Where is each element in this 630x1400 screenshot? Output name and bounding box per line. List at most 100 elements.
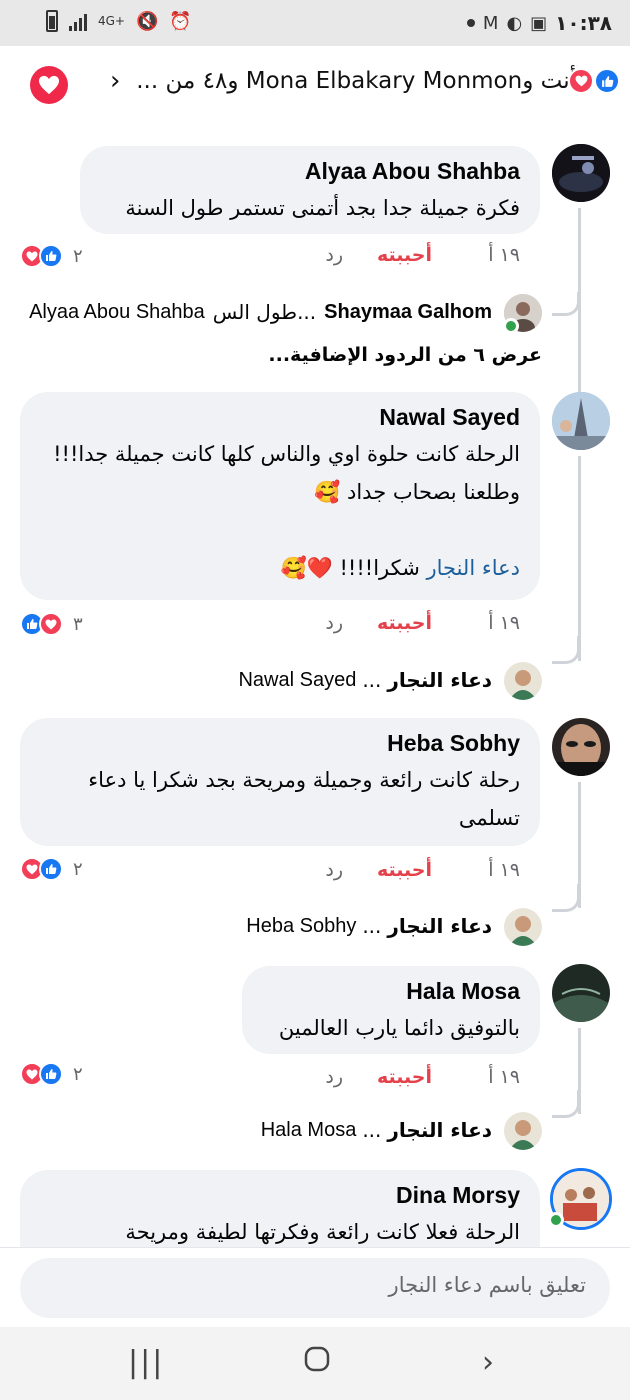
thread-connector xyxy=(552,1090,580,1118)
comment-bubble[interactable]: Nawal Sayed الرحلة كانت حلوة اوي والناس … xyxy=(20,392,540,600)
reply-button[interactable]: رد xyxy=(325,1066,343,1088)
battery-icon xyxy=(46,10,58,32)
mute-icon: 🔇 xyxy=(136,10,159,32)
comment-bubble[interactable]: Dina Morsy الرحلة فعلا كانت رائعة وفكرته… xyxy=(20,1170,540,1247)
home-icon[interactable] xyxy=(303,1345,331,1381)
comment-text: الرحلة كانت حلوة اوي والناس كلها كانت جم… xyxy=(53,442,520,504)
comment-author[interactable]: Dina Morsy xyxy=(40,1182,520,1209)
comment-actions: ١٩ أ أحببته رد xyxy=(325,244,520,266)
status-bar: 4G+ 🔇 ⏰ M ◐ ▣ ١٠:٣٨ xyxy=(0,0,630,46)
online-indicator xyxy=(548,1212,564,1228)
comment-text-thanks: شكرا!!!! ❤️🥰 xyxy=(280,556,420,580)
heart-icon xyxy=(39,75,59,95)
avatar[interactable] xyxy=(552,718,610,776)
reaction-number: ٢ xyxy=(73,245,83,267)
comment-input[interactable]: تعليق باسم دعاء النجار xyxy=(20,1258,610,1318)
online-indicator xyxy=(503,318,519,334)
view-more-replies[interactable]: عرض ٦ من الردود الإضافية... xyxy=(268,344,542,366)
gallery-icon: ▣ xyxy=(530,12,548,34)
comment-text: رحلة كانت رائعة وجميلة ومريحة بجد شكرا ي… xyxy=(88,768,520,830)
reply-button[interactable]: رد xyxy=(325,244,343,266)
reply-mention: Nawal Sayed xyxy=(238,668,357,691)
reaction-number: ٢ xyxy=(73,858,83,880)
avatar[interactable] xyxy=(504,908,542,946)
thread-connector xyxy=(552,636,580,664)
system-nav-bar: ||| › xyxy=(0,1327,630,1400)
comment-author[interactable]: Hala Mosa xyxy=(262,978,520,1005)
comment-text: الرحلة فعلا كانت رائعة وفكرتها لطيفة ومر… xyxy=(125,1220,520,1244)
reply-button[interactable]: رد xyxy=(325,859,343,881)
header-reaction-icons xyxy=(568,68,620,94)
clock: ١٠:٣٨ xyxy=(555,11,612,35)
reaction-count[interactable]: ٢ xyxy=(20,244,83,268)
comment-composer-bar: تعليق باسم دعاء النجار xyxy=(0,1247,630,1327)
avatar[interactable] xyxy=(552,964,610,1022)
thread-connector xyxy=(578,456,581,661)
reply-author: دعاء النجار xyxy=(387,914,492,938)
like-button[interactable]: أحببته xyxy=(377,859,432,881)
like-icon xyxy=(39,857,63,881)
avatar[interactable] xyxy=(552,392,610,450)
love-icon xyxy=(39,612,63,636)
comment-bubble[interactable]: Alyaa Abou Shahba فكرة جميلة جدا بجد أتم… xyxy=(80,146,540,234)
reaction-number: ٢ xyxy=(73,1063,83,1085)
reaction-count[interactable]: ٣ xyxy=(20,612,83,636)
reply-preview[interactable]: Hala Mosa ... دعاء النجار xyxy=(261,1118,492,1142)
reply-mention: Heba Sobhy xyxy=(246,914,357,937)
thread-connector xyxy=(552,884,580,912)
status-right-group: M ◐ ▣ ١٠:٣٨ xyxy=(466,11,612,35)
reply-snippet: ... xyxy=(362,914,382,938)
like-icon xyxy=(39,1062,63,1086)
reply-mention: Hala Mosa xyxy=(260,1118,357,1141)
reply-snippet: ... xyxy=(362,1118,382,1142)
mention-link[interactable]: دعاء النجار xyxy=(427,556,521,580)
network-type: 4G+ xyxy=(98,14,125,28)
reply-snippet: طول الس... xyxy=(212,300,317,324)
notification-dot-icon xyxy=(466,19,475,27)
comment-text: بالتوفيق دائما يارب العالمين xyxy=(278,1016,520,1040)
love-icon xyxy=(568,68,594,94)
alarm-icon: ⏰ xyxy=(169,10,192,32)
reaction-number: ٣ xyxy=(73,613,83,635)
comment-text: فكرة جميلة جدا بجد أتمنى تستمر طول السنة xyxy=(125,196,520,220)
comment-time[interactable]: ١٩ أ xyxy=(454,859,520,881)
reply-button[interactable]: رد xyxy=(325,612,343,634)
comments-list[interactable]: Alyaa Abou Shahba فكرة جميلة جدا بجد أتم… xyxy=(0,122,630,1247)
messenger-icon: ◐ xyxy=(506,12,523,34)
chevron-right-icon[interactable]: › xyxy=(110,66,120,96)
reaction-count[interactable]: ٢ xyxy=(20,1062,83,1086)
reply-preview[interactable]: Alyaa Abou Shahba طول الس... Shaymaa Gal… xyxy=(29,300,492,324)
reply-author: Shaymaa Galhom xyxy=(324,300,492,323)
like-button[interactable]: أحببته xyxy=(377,244,432,266)
reply-preview[interactable]: Heba Sobhy ... دعاء النجار xyxy=(246,914,492,938)
avatar[interactable] xyxy=(504,662,542,700)
comment-time[interactable]: ١٩ أ xyxy=(454,244,520,266)
reply-author: دعاء النجار xyxy=(387,1118,492,1142)
reactors-summary[interactable]: أنت وMona Elbakary Monmon و٤٨ من ... xyxy=(136,68,576,94)
back-icon[interactable]: › xyxy=(482,1345,494,1380)
like-icon xyxy=(594,68,620,94)
comment-bubble[interactable]: Hala Mosa بالتوفيق دائما يارب العالمين xyxy=(242,966,540,1054)
reaction-count[interactable]: ٢ xyxy=(20,857,83,881)
recent-apps-icon[interactable]: ||| xyxy=(128,1345,164,1380)
signal-icon xyxy=(69,11,87,31)
react-heart-button[interactable] xyxy=(30,66,68,104)
comment-time[interactable]: ١٩ أ xyxy=(454,612,520,634)
comment-time[interactable]: ١٩ أ xyxy=(454,1066,520,1088)
comment-bubble[interactable]: Heba Sobhy رحلة كانت رائعة وجميلة ومريحة… xyxy=(20,718,540,846)
comment-author[interactable]: Alyaa Abou Shahba xyxy=(100,158,520,185)
comment-actions: ١٩ أ أحببته رد xyxy=(325,859,520,881)
reactions-header: › أنت وMona Elbakary Monmon و٤٨ من ... xyxy=(0,46,630,122)
avatar[interactable] xyxy=(504,1112,542,1150)
avatar[interactable] xyxy=(552,144,610,202)
comment-actions: ١٩ أ أحببته رد xyxy=(325,612,520,634)
comment-author[interactable]: Heba Sobhy xyxy=(40,730,520,757)
like-button[interactable]: أحببته xyxy=(377,612,432,634)
status-left-group: 4G+ 🔇 ⏰ xyxy=(46,10,192,32)
reply-mention: Alyaa Abou Shahba xyxy=(29,300,205,323)
comment-actions: ١٩ أ أحببته رد xyxy=(325,1066,520,1088)
comment-author[interactable]: Nawal Sayed xyxy=(40,404,520,431)
reply-preview[interactable]: Nawal Sayed ... دعاء النجار xyxy=(238,668,492,692)
reply-author: دعاء النجار xyxy=(387,668,492,692)
like-button[interactable]: أحببته xyxy=(377,1066,432,1088)
